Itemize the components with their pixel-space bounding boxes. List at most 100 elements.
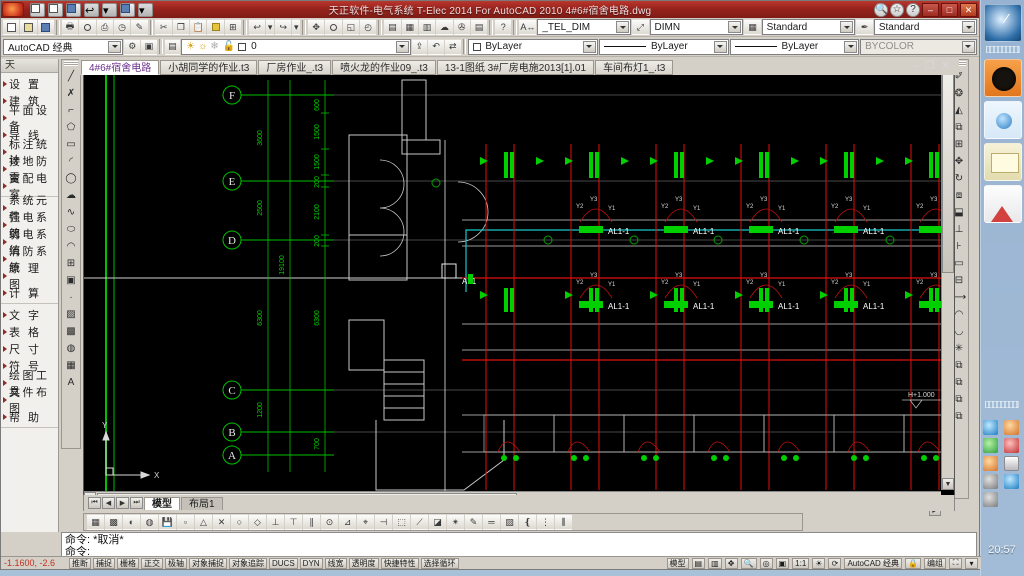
- insert-block-icon[interactable]: ⊞: [63, 255, 80, 272]
- open-file-button[interactable]: [48, 2, 63, 17]
- plot-icon[interactable]: 🖶: [61, 19, 79, 35]
- sign-in-icon[interactable]: ☆: [890, 2, 904, 17]
- construction-line-icon[interactable]: ✗: [63, 85, 80, 102]
- publish-icon[interactable]: ⎙: [96, 19, 113, 35]
- workspace-select[interactable]: AutoCAD 经典: [3, 38, 124, 55]
- save-view-icon[interactable]: 💾: [159, 514, 176, 530]
- layer-make-current-icon[interactable]: ⇪: [411, 38, 428, 55]
- group-label[interactable]: 编组: [924, 557, 946, 569]
- picture-puzzle-gadget[interactable]: [983, 185, 1022, 223]
- palette-item-table[interactable]: 表 格: [1, 323, 58, 340]
- multileader-style-select[interactable]: DIMN: [649, 19, 744, 35]
- region-icon[interactable]: ◍: [63, 340, 80, 357]
- antivirus-shield-icon[interactable]: [982, 438, 998, 453]
- multiline-text-icon[interactable]: A: [63, 374, 80, 391]
- chevron-down-icon[interactable]: [840, 21, 854, 33]
- color-swatch-icon[interactable]: [238, 42, 247, 51]
- status-toggle[interactable]: DUCS: [269, 557, 298, 569]
- model-tab[interactable]: 布局1: [181, 496, 223, 510]
- make-block-icon[interactable]: ▣: [63, 272, 80, 289]
- table-icon[interactable]: ▦: [63, 357, 80, 374]
- doc-restore-button[interactable]: ❐: [923, 61, 937, 72]
- render-icon[interactable]: ◐: [123, 514, 140, 530]
- redo-dropdown-icon[interactable]: ▾: [292, 19, 301, 35]
- annotation-icon[interactable]: ▥: [708, 557, 722, 569]
- lineweight-select[interactable]: ByLayer: [729, 38, 860, 55]
- palette-item-dimension[interactable]: 尺 寸: [1, 340, 58, 357]
- chevron-down-icon[interactable]: [616, 21, 630, 33]
- osnap-parallel-icon[interactable]: ∥: [303, 514, 320, 530]
- dimension-style-select[interactable]: _TEL_DIM: [537, 19, 632, 35]
- document-tab[interactable]: 车间布灯1_.t3: [595, 60, 674, 75]
- vertical-scroll-thumb[interactable]: [942, 73, 954, 273]
- osnap-midpoint-icon[interactable]: △: [195, 514, 212, 530]
- status-model-label[interactable]: 模型: [666, 557, 689, 569]
- layer-previous-icon[interactable]: ↶: [428, 38, 444, 55]
- status-toggle[interactable]: 对象捕捉: [189, 557, 227, 569]
- search-help-icon[interactable]: 🔍: [874, 2, 888, 17]
- download-manager-icon[interactable]: [982, 456, 998, 471]
- status-toggle[interactable]: 透明度: [348, 557, 379, 569]
- properties-palette-icon[interactable]: ▤: [384, 19, 401, 35]
- coordinate-display[interactable]: -1.1600, -2.6: [4, 558, 66, 568]
- notes-gadget[interactable]: [983, 143, 1022, 181]
- plot-preview-icon[interactable]: [79, 19, 96, 35]
- polygon-icon[interactable]: ⬠: [63, 119, 80, 136]
- cut-icon[interactable]: ✂: [155, 19, 172, 35]
- spline-icon[interactable]: ∿: [63, 204, 80, 221]
- status-toggle[interactable]: 捕捉: [93, 557, 115, 569]
- osnap-endpoint-icon[interactable]: ▫: [177, 514, 194, 530]
- cpu-meter-gadget[interactable]: [983, 59, 1022, 97]
- doc-close-button[interactable]: ✕: [939, 61, 952, 72]
- dimension-style-icon[interactable]: A↔: [519, 19, 537, 35]
- pan-icon[interactable]: ✥: [308, 19, 325, 35]
- multileader-style-icon[interactable]: ⤢: [632, 19, 649, 35]
- calendar-icon[interactable]: [1003, 456, 1019, 471]
- zoom-previous-icon[interactable]: ◴: [360, 19, 377, 35]
- chevron-down-icon[interactable]: [962, 21, 976, 33]
- doc-minimize-button[interactable]: –: [911, 61, 921, 72]
- layer-match-icon[interactable]: ⇄: [444, 38, 461, 55]
- hatch-icon[interactable]: ▨: [63, 306, 80, 323]
- minimize-button[interactable]: –: [922, 2, 939, 17]
- save-file-button[interactable]: [66, 2, 81, 17]
- circle-icon[interactable]: ◯: [63, 170, 80, 187]
- help-icon[interactable]: ?: [906, 2, 920, 17]
- network-icon[interactable]: [982, 420, 998, 435]
- save-icon[interactable]: [37, 19, 54, 35]
- revision-cloud-icon[interactable]: ☁: [63, 187, 80, 204]
- block-editor-icon[interactable]: ⊞: [224, 19, 242, 35]
- freeze-icon[interactable]: ❄: [210, 41, 218, 52]
- osnap-quadrant-icon[interactable]: ◇: [249, 514, 266, 530]
- annotation-visibility-icon[interactable]: ☀: [812, 557, 826, 569]
- toolbar-grip[interactable]: [64, 61, 78, 66]
- input-method-icon[interactable]: [982, 474, 998, 489]
- model-tab[interactable]: 模型: [144, 496, 180, 510]
- palette-item-file-layout[interactable]: 文件布图: [1, 387, 58, 415]
- layer-iso-icon[interactable]: ▨: [501, 514, 518, 530]
- document-tab[interactable]: 4#6#宿舍电路: [81, 60, 160, 75]
- osnap-apparent-icon[interactable]: ⟋: [411, 514, 428, 530]
- status-toggle[interactable]: 栅格: [117, 557, 139, 569]
- layout-nav-button[interactable]: ▶: [116, 497, 129, 509]
- from-point-icon[interactable]: ✎: [465, 514, 482, 530]
- layer-select[interactable]: ☀ ☼ ❄ 🔓 0: [181, 38, 411, 55]
- help-toolbar-icon[interactable]: ?: [495, 19, 512, 35]
- undo-dropdown-button[interactable]: ▾: [102, 2, 117, 17]
- line-icon[interactable]: ╱: [63, 68, 80, 85]
- undo-dropdown-icon[interactable]: ▾: [266, 19, 275, 35]
- chevron-down-icon[interactable]: [844, 40, 858, 53]
- match-properties-icon[interactable]: [207, 19, 224, 35]
- document-tab[interactable]: 小胡同学的作业.t3: [160, 60, 258, 75]
- 3d-print-icon[interactable]: ◷: [113, 19, 131, 35]
- polyline-icon[interactable]: ⌐: [63, 102, 80, 119]
- workspace-snapshot-icon[interactable]: ▣: [141, 38, 157, 55]
- open-icon[interactable]: [20, 19, 37, 35]
- text-style-select[interactable]: Standard: [873, 19, 978, 35]
- osnap-extension-icon[interactable]: ⊣: [375, 514, 392, 530]
- performance-icon[interactable]: [1003, 474, 1019, 489]
- table-style-icon[interactable]: ▦: [744, 19, 761, 35]
- arc-icon[interactable]: ◜: [63, 153, 80, 170]
- temp-track-icon[interactable]: ✴: [447, 514, 464, 530]
- zoom-icon[interactable]: 🔍: [740, 557, 757, 569]
